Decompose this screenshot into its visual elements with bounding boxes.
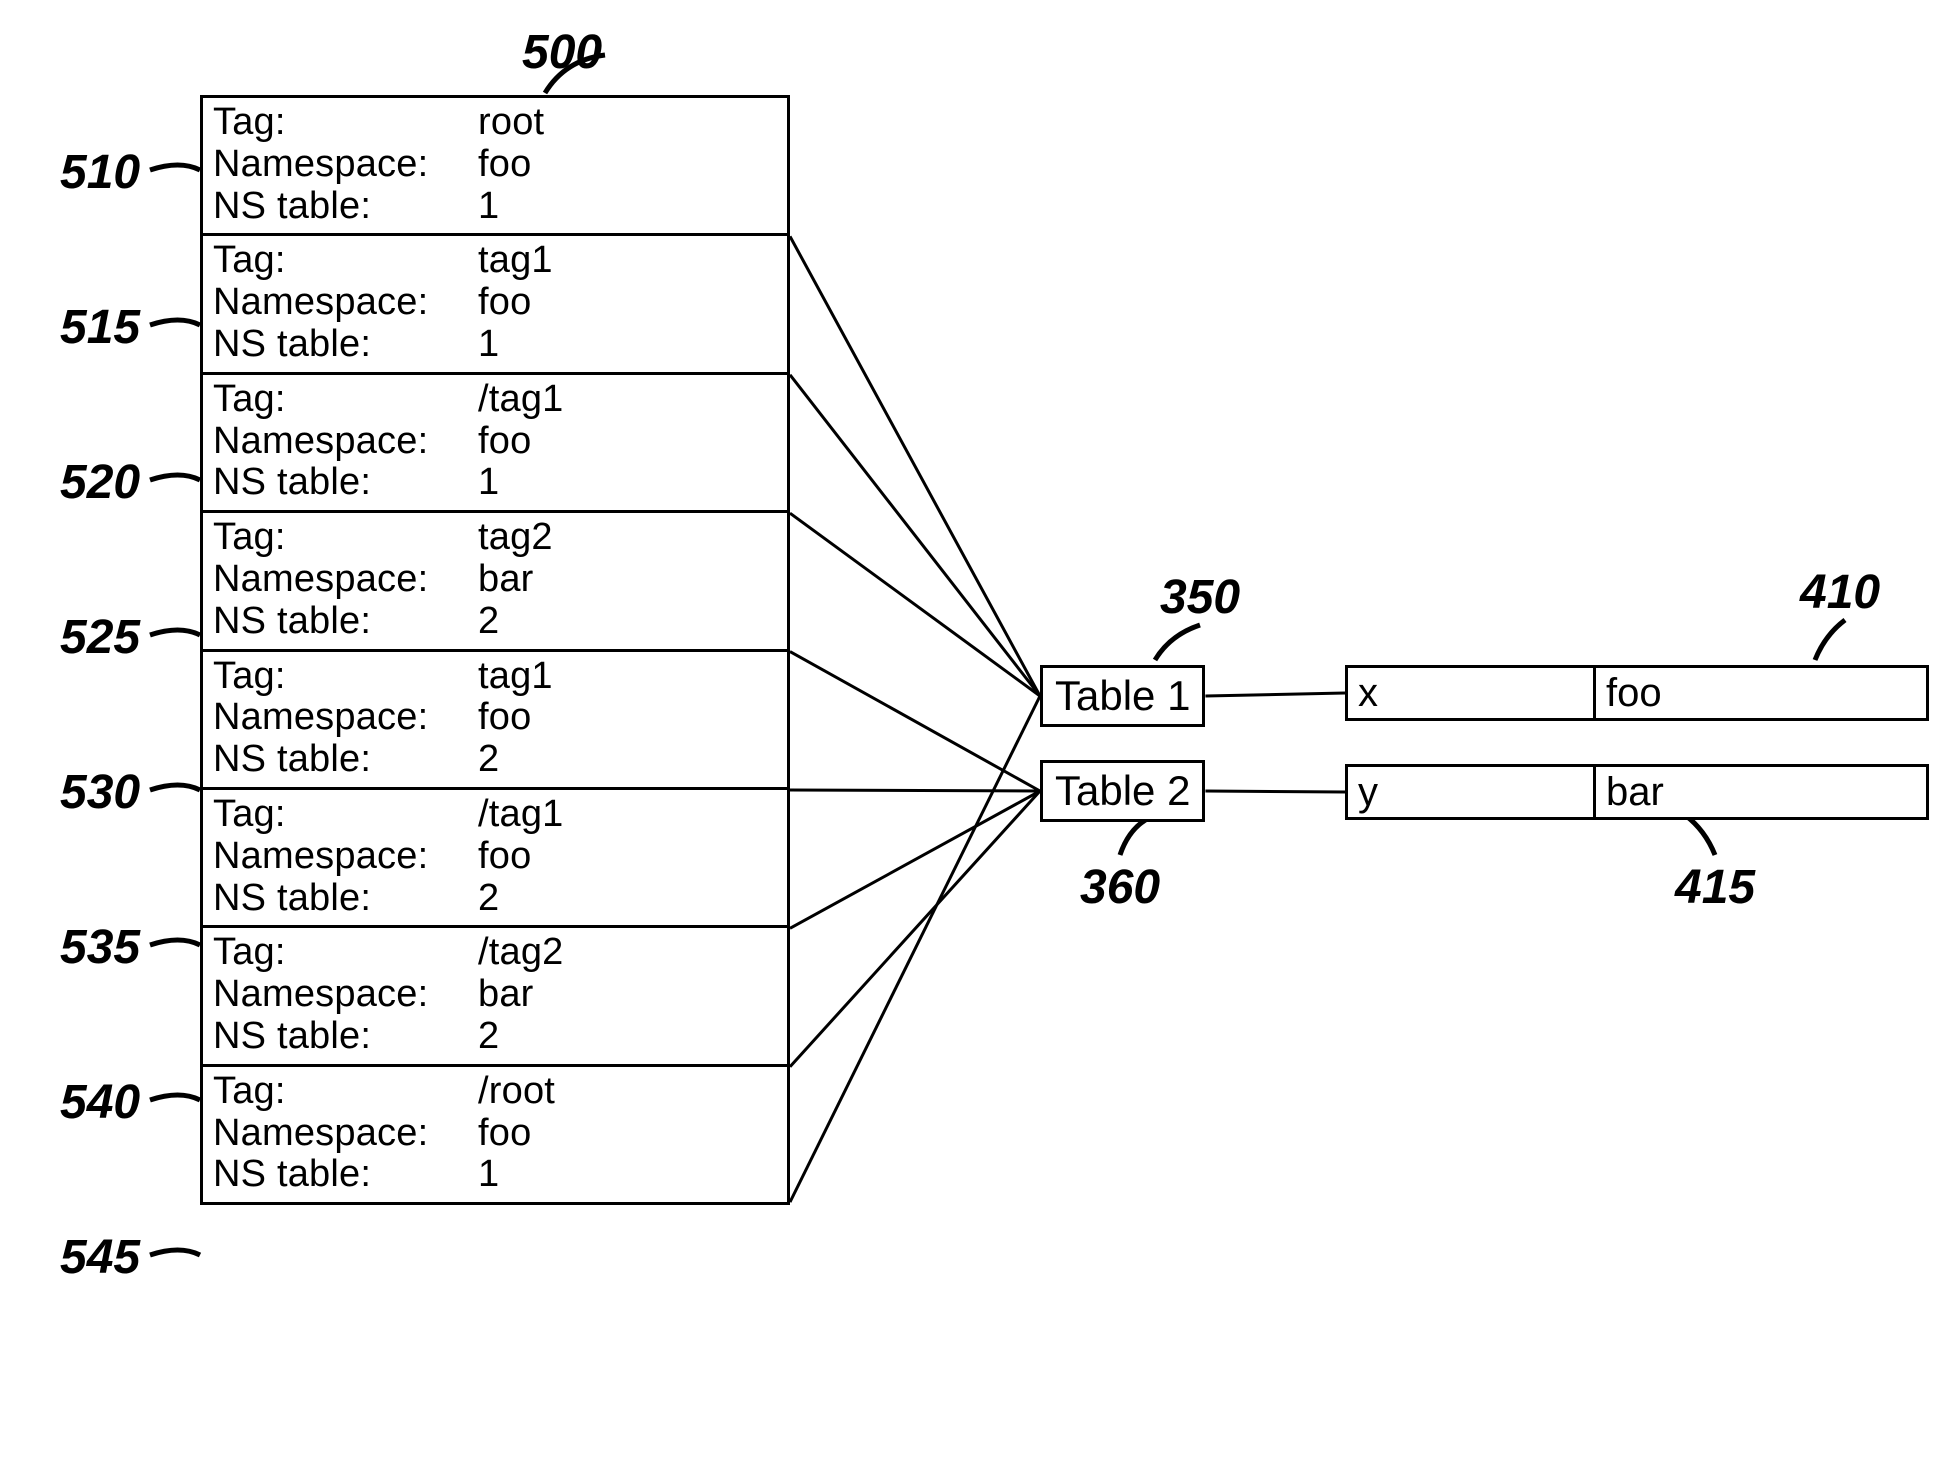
ref-545: 545	[60, 1230, 140, 1285]
ref-530: 530	[60, 765, 140, 820]
field-label-tag: Tag:	[213, 102, 478, 144]
ns-prefix: x	[1348, 668, 1596, 718]
event-tag-value: /tag1	[478, 379, 777, 421]
field-label-ns: Namespace:	[213, 697, 478, 739]
event-ns-value: foo	[478, 144, 777, 186]
ref-520: 520	[60, 455, 140, 510]
field-label-tag: Tag:	[213, 240, 478, 282]
event-tag-value: /tag1	[478, 794, 777, 836]
events-table: Tag:root Namespace:foo NS table:1 Tag:ta…	[200, 95, 790, 1205]
event-ns-value: bar	[478, 974, 777, 1016]
ref-525: 525	[60, 610, 140, 665]
ref-410: 410	[1800, 565, 1880, 620]
field-label-tag: Tag:	[213, 1071, 478, 1113]
field-label-tag: Tag:	[213, 794, 478, 836]
field-label-ns: Namespace:	[213, 421, 478, 463]
ref-540: 540	[60, 1075, 140, 1130]
field-label-ns: Namespace:	[213, 282, 478, 324]
field-label-tag: Tag:	[213, 379, 478, 421]
event-510: Tag:root Namespace:foo NS table:1	[203, 98, 787, 236]
field-label-nst: NS table:	[213, 1016, 478, 1058]
ref-510: 510	[60, 145, 140, 200]
ns-uri: foo	[1596, 668, 1926, 718]
ref-360: 360	[1080, 860, 1160, 915]
event-tag-value: tag1	[478, 240, 777, 282]
field-label-nst: NS table:	[213, 186, 478, 228]
event-nst-value: 1	[478, 462, 777, 504]
field-label-nst: NS table:	[213, 878, 478, 920]
event-525: Tag:tag2 Namespace:bar NS table:2	[203, 513, 787, 651]
ref-415: 415	[1675, 860, 1755, 915]
ns-table-2-box: Table 2	[1040, 760, 1205, 822]
field-label-ns: Namespace:	[213, 144, 478, 186]
field-label-nst: NS table:	[213, 1154, 478, 1196]
ref-535: 535	[60, 920, 140, 975]
ns-map-entry-410: x foo	[1345, 665, 1929, 721]
event-nst-value: 1	[478, 324, 777, 366]
field-label-tag: Tag:	[213, 517, 478, 559]
event-nst-value: 2	[478, 1016, 777, 1058]
field-label-ns: Namespace:	[213, 974, 478, 1016]
event-ns-value: foo	[478, 1113, 777, 1155]
event-540: Tag:/tag2 Namespace:bar NS table:2	[203, 928, 787, 1066]
field-label-ns: Namespace:	[213, 559, 478, 601]
event-535: Tag:/tag1 Namespace:foo NS table:2	[203, 790, 787, 928]
event-tag-value: /root	[478, 1071, 777, 1113]
ns-uri: bar	[1596, 767, 1926, 817]
field-label-tag: Tag:	[213, 656, 478, 698]
field-label-nst: NS table:	[213, 601, 478, 643]
event-tag-value: /tag2	[478, 932, 777, 974]
ns-prefix: y	[1348, 767, 1596, 817]
field-label-ns: Namespace:	[213, 836, 478, 878]
event-545: Tag:/root Namespace:foo NS table:1	[203, 1067, 787, 1202]
ref-350: 350	[1160, 570, 1240, 625]
field-label-nst: NS table:	[213, 462, 478, 504]
event-ns-value: bar	[478, 559, 777, 601]
event-520: Tag:/tag1 Namespace:foo NS table:1	[203, 375, 787, 513]
event-nst-value: 2	[478, 739, 777, 781]
event-nst-value: 1	[478, 1154, 777, 1196]
field-label-ns: Namespace:	[213, 1113, 478, 1155]
event-ns-value: foo	[478, 282, 777, 324]
event-tag-value: tag1	[478, 656, 777, 698]
ref-500: 500	[522, 25, 602, 80]
event-ns-value: foo	[478, 836, 777, 878]
event-515: Tag:tag1 Namespace:foo NS table:1	[203, 236, 787, 374]
event-ns-value: foo	[478, 421, 777, 463]
ref-515: 515	[60, 300, 140, 355]
event-530: Tag:tag1 Namespace:foo NS table:2	[203, 652, 787, 790]
ns-map-entry-415: y bar	[1345, 764, 1929, 820]
field-label-nst: NS table:	[213, 739, 478, 781]
field-label-nst: NS table:	[213, 324, 478, 366]
event-nst-value: 2	[478, 878, 777, 920]
event-nst-value: 2	[478, 601, 777, 643]
field-label-tag: Tag:	[213, 932, 478, 974]
event-nst-value: 1	[478, 186, 777, 228]
event-ns-value: foo	[478, 697, 777, 739]
diagram-stage: 500 510 515 520 525 530 535 540 545 350 …	[0, 0, 1957, 1469]
ns-table-1-box: Table 1	[1040, 665, 1205, 727]
event-tag-value: tag2	[478, 517, 777, 559]
event-tag-value: root	[478, 102, 777, 144]
